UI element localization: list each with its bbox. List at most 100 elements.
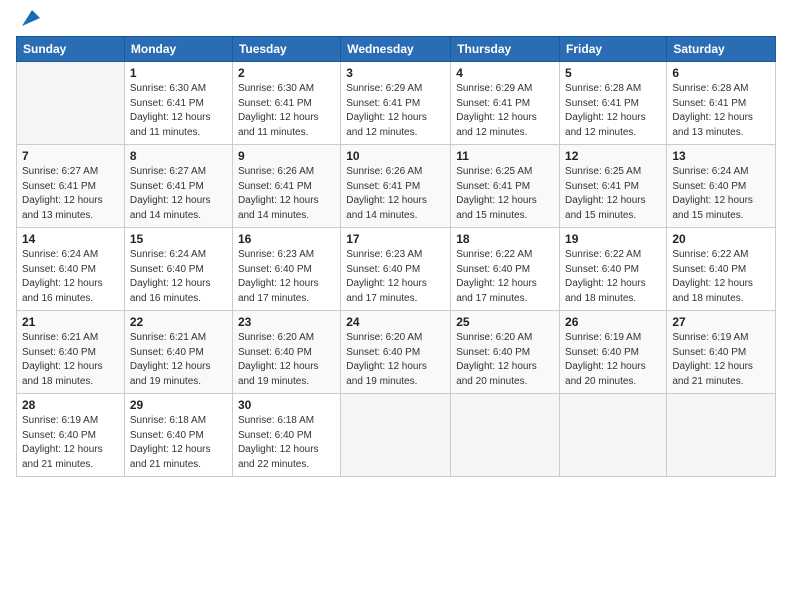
day-detail: Sunrise: 6:21 AM Sunset: 6:40 PM Dayligh… (130, 331, 227, 389)
day-detail: Sunrise: 6:20 AM Sunset: 6:40 PM Dayligh… (238, 331, 335, 389)
day-cell: 12 Sunrise: 6:25 AM Sunset: 6:41 PM Dayli… (560, 145, 667, 228)
day-detail: Sunrise: 6:22 AM Sunset: 6:40 PM Dayligh… (672, 248, 770, 306)
day-detail: Sunrise: 6:27 AM Sunset: 6:41 PM Dayligh… (22, 165, 119, 223)
day-number: 27 (672, 315, 770, 329)
day-detail: Sunrise: 6:21 AM Sunset: 6:40 PM Dayligh… (22, 331, 119, 389)
day-detail: Sunrise: 6:24 AM Sunset: 6:40 PM Dayligh… (22, 248, 119, 306)
day-detail: Sunrise: 6:19 AM Sunset: 6:40 PM Dayligh… (565, 331, 661, 389)
day-number: 25 (456, 315, 554, 329)
day-cell: 30Sunrise: 6:18 AM Sunset: 6:40 PM Dayli… (232, 394, 340, 477)
day-cell: 5 Sunrise: 6:28 AM Sunset: 6:41 PM Daylig… (560, 62, 667, 145)
day-detail: Sunrise: 6:26 AM Sunset: 6:41 PM Dayligh… (238, 165, 335, 223)
col-header-monday: Monday (124, 37, 232, 62)
day-number: 1 (130, 66, 227, 80)
day-cell: 24 Sunrise: 6:20 AM Sunset: 6:40 PM Dayli… (341, 311, 451, 394)
header-row: SundayMondayTuesdayWednesdayThursdayFrid… (17, 37, 776, 62)
day-cell (560, 394, 667, 477)
day-cell (451, 394, 560, 477)
day-detail: Sunrise: 6:28 AM Sunset: 6:41 PM Dayligh… (672, 82, 770, 140)
day-detail: Sunrise: 6:19 AM Sunset: 6:40 PM Dayligh… (22, 414, 119, 472)
day-detail: Sunrise: 6:29 AM Sunset: 6:41 PM Dayligh… (346, 82, 445, 140)
day-number: 22 (130, 315, 227, 329)
day-detail: Sunrise: 6:19 AM Sunset: 6:40 PM Dayligh… (672, 331, 770, 389)
day-number: 9 (238, 149, 335, 163)
week-row-4: 21 Sunrise: 6:21 AM Sunset: 6:40 PM Dayli… (17, 311, 776, 394)
day-detail: Sunrise: 6:24 AM Sunset: 6:40 PM Dayligh… (130, 248, 227, 306)
day-cell: 28 Sunrise: 6:19 AM Sunset: 6:40 PM Dayli… (17, 394, 125, 477)
day-number: 3 (346, 66, 445, 80)
day-detail: Sunrise: 6:23 AM Sunset: 6:40 PM Dayligh… (238, 248, 335, 306)
day-detail: Sunrise: 6:22 AM Sunset: 6:40 PM Dayligh… (565, 248, 661, 306)
calendar-table: SundayMondayTuesdayWednesdayThursdayFrid… (16, 36, 776, 477)
day-cell: 22 Sunrise: 6:21 AM Sunset: 6:40 PM Dayli… (124, 311, 232, 394)
day-number: 16 (238, 232, 335, 246)
day-cell: 26 Sunrise: 6:19 AM Sunset: 6:40 PM Dayli… (560, 311, 667, 394)
day-cell (341, 394, 451, 477)
week-row-2: 7 Sunrise: 6:27 AM Sunset: 6:41 PM Daylig… (17, 145, 776, 228)
day-number: 5 (565, 66, 661, 80)
day-cell: 9 Sunrise: 6:26 AM Sunset: 6:41 PM Daylig… (232, 145, 340, 228)
day-cell: 4 Sunrise: 6:29 AM Sunset: 6:41 PM Daylig… (451, 62, 560, 145)
day-cell: 19 Sunrise: 6:22 AM Sunset: 6:40 PM Dayli… (560, 228, 667, 311)
day-cell: 25 Sunrise: 6:20 AM Sunset: 6:40 PM Dayli… (451, 311, 560, 394)
day-number: 17 (346, 232, 445, 246)
day-detail: Sunrise: 6:18 AM Sunset: 6:40 PM Dayligh… (130, 414, 227, 472)
day-detail: Sunrise: 6:28 AM Sunset: 6:41 PM Dayligh… (565, 82, 661, 140)
day-number: 28 (22, 398, 119, 412)
page: SundayMondayTuesdayWednesdayThursdayFrid… (0, 0, 792, 612)
day-number: 23 (238, 315, 335, 329)
day-cell (667, 394, 776, 477)
col-header-friday: Friday (560, 37, 667, 62)
logo-icon (18, 8, 40, 30)
day-cell: 8Sunrise: 6:27 AM Sunset: 6:41 PM Daylig… (124, 145, 232, 228)
day-number: 7 (22, 149, 119, 163)
header (16, 10, 776, 30)
day-number: 24 (346, 315, 445, 329)
day-detail: Sunrise: 6:29 AM Sunset: 6:41 PM Dayligh… (456, 82, 554, 140)
day-detail: Sunrise: 6:24 AM Sunset: 6:40 PM Dayligh… (672, 165, 770, 223)
day-detail: Sunrise: 6:20 AM Sunset: 6:40 PM Dayligh… (456, 331, 554, 389)
day-number: 29 (130, 398, 227, 412)
day-number: 18 (456, 232, 554, 246)
day-detail: Sunrise: 6:22 AM Sunset: 6:40 PM Dayligh… (456, 248, 554, 306)
day-cell: 6Sunrise: 6:28 AM Sunset: 6:41 PM Daylig… (667, 62, 776, 145)
col-header-thursday: Thursday (451, 37, 560, 62)
col-header-saturday: Saturday (667, 37, 776, 62)
day-cell: 10Sunrise: 6:26 AM Sunset: 6:41 PM Dayli… (341, 145, 451, 228)
day-number: 11 (456, 149, 554, 163)
day-cell: 23 Sunrise: 6:20 AM Sunset: 6:40 PM Dayli… (232, 311, 340, 394)
day-detail: Sunrise: 6:25 AM Sunset: 6:41 PM Dayligh… (456, 165, 554, 223)
day-number: 13 (672, 149, 770, 163)
day-detail: Sunrise: 6:27 AM Sunset: 6:41 PM Dayligh… (130, 165, 227, 223)
week-row-5: 28 Sunrise: 6:19 AM Sunset: 6:40 PM Dayli… (17, 394, 776, 477)
day-detail: Sunrise: 6:25 AM Sunset: 6:41 PM Dayligh… (565, 165, 661, 223)
day-cell: 17 Sunrise: 6:23 AM Sunset: 6:40 PM Dayli… (341, 228, 451, 311)
day-number: 26 (565, 315, 661, 329)
day-cell: 7 Sunrise: 6:27 AM Sunset: 6:41 PM Daylig… (17, 145, 125, 228)
day-cell: 29 Sunrise: 6:18 AM Sunset: 6:40 PM Dayli… (124, 394, 232, 477)
col-header-sunday: Sunday (17, 37, 125, 62)
day-number: 19 (565, 232, 661, 246)
day-number: 2 (238, 66, 335, 80)
day-cell: 27 Sunrise: 6:19 AM Sunset: 6:40 PM Dayli… (667, 311, 776, 394)
day-number: 30 (238, 398, 335, 412)
day-detail: Sunrise: 6:26 AM Sunset: 6:41 PM Dayligh… (346, 165, 445, 223)
day-cell: 18 Sunrise: 6:22 AM Sunset: 6:40 PM Dayli… (451, 228, 560, 311)
day-detail: Sunrise: 6:20 AM Sunset: 6:40 PM Dayligh… (346, 331, 445, 389)
day-number: 21 (22, 315, 119, 329)
day-detail: Sunrise: 6:23 AM Sunset: 6:40 PM Dayligh… (346, 248, 445, 306)
day-number: 12 (565, 149, 661, 163)
col-header-tuesday: Tuesday (232, 37, 340, 62)
week-row-1: 1 Sunrise: 6:30 AM Sunset: 6:41 PM Daylig… (17, 62, 776, 145)
day-cell: 16 Sunrise: 6:23 AM Sunset: 6:40 PM Dayli… (232, 228, 340, 311)
day-detail: Sunrise: 6:30 AM Sunset: 6:41 PM Dayligh… (130, 82, 227, 140)
day-number: 14 (22, 232, 119, 246)
day-cell: 14 Sunrise: 6:24 AM Sunset: 6:40 PM Dayli… (17, 228, 125, 311)
week-row-3: 14 Sunrise: 6:24 AM Sunset: 6:40 PM Dayli… (17, 228, 776, 311)
day-cell: 13 Sunrise: 6:24 AM Sunset: 6:40 PM Dayli… (667, 145, 776, 228)
day-number: 4 (456, 66, 554, 80)
day-cell: 1 Sunrise: 6:30 AM Sunset: 6:41 PM Daylig… (124, 62, 232, 145)
day-detail: Sunrise: 6:30 AM Sunset: 6:41 PM Dayligh… (238, 82, 335, 140)
day-cell: 20Sunrise: 6:22 AM Sunset: 6:40 PM Dayli… (667, 228, 776, 311)
day-cell (17, 62, 125, 145)
